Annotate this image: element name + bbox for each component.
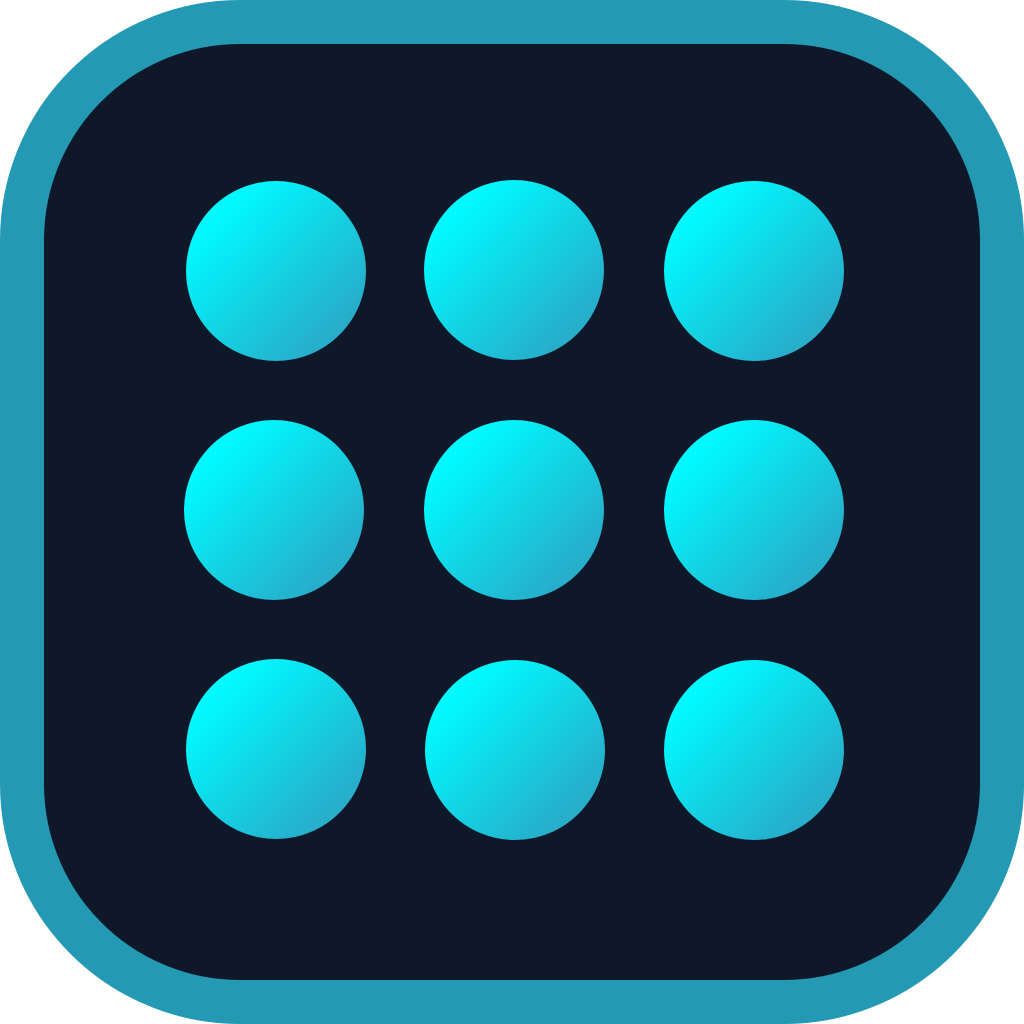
dot-r3-c1 bbox=[186, 659, 366, 839]
dot-r1-c1 bbox=[186, 181, 366, 361]
dot-r1-c2 bbox=[424, 180, 604, 360]
app-icon bbox=[0, 0, 1024, 1024]
dot-r2-c2 bbox=[424, 420, 604, 600]
dot-r3-c2 bbox=[425, 660, 605, 840]
dot-r3-c3 bbox=[664, 660, 844, 840]
dot-r2-c1 bbox=[184, 420, 364, 600]
dot-r2-c3 bbox=[664, 420, 844, 600]
dot-r1-c3 bbox=[664, 181, 844, 361]
